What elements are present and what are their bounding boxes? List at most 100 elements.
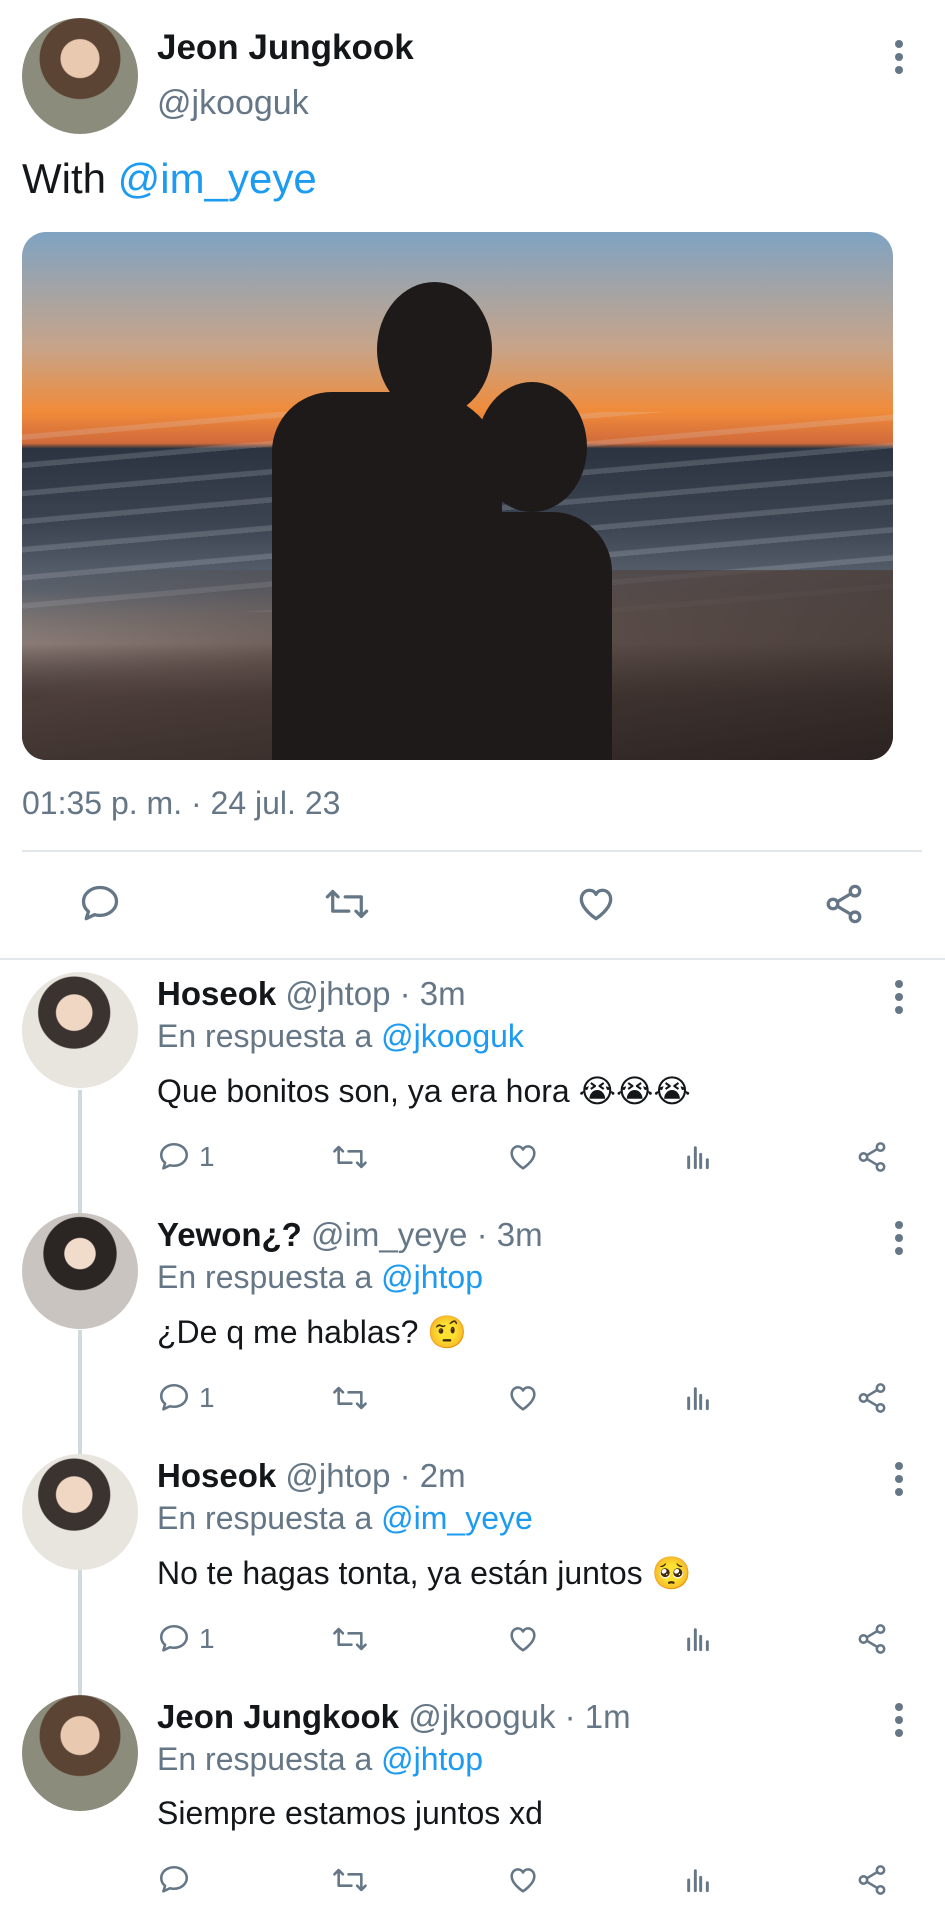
reply-count: 1 xyxy=(199,1141,215,1172)
reply-author-name[interactable]: Hoseok xyxy=(157,1457,276,1494)
share-button[interactable] xyxy=(822,882,866,926)
reply-author-name[interactable]: Hoseok xyxy=(157,975,276,1012)
reply-to-mention[interactable]: @jhtop xyxy=(381,1259,483,1295)
share-button[interactable] xyxy=(855,1863,889,1897)
reply-author-name[interactable]: Yewon¿? xyxy=(157,1216,302,1253)
reply-button[interactable] xyxy=(157,1863,191,1897)
reply-avatar[interactable] xyxy=(22,1454,138,1570)
heart-icon xyxy=(579,888,613,921)
like-button[interactable] xyxy=(506,1622,540,1656)
comment-icon xyxy=(159,1383,189,1411)
thread-line xyxy=(78,1090,82,1216)
retweet-button[interactable] xyxy=(330,1140,370,1174)
author-handle[interactable]: @jkooguk xyxy=(157,84,309,123)
retweet-button[interactable] xyxy=(322,882,372,926)
tweet-photo[interactable] xyxy=(22,232,893,760)
reply-author-handle[interactable]: @jhtop · 3m xyxy=(285,975,465,1012)
reply-count: 1 xyxy=(199,1623,215,1654)
reply-author-handle[interactable]: @jkooguk · 1m xyxy=(408,1698,630,1735)
share-icon xyxy=(858,1865,886,1895)
share-icon xyxy=(826,884,862,924)
reply-text: Que bonitos son, ya era hora 😭😭😭 xyxy=(157,1073,691,1109)
author-name[interactable]: Jeon Jungkook xyxy=(157,28,414,68)
like-button[interactable] xyxy=(506,1140,540,1174)
share-button[interactable] xyxy=(855,1381,889,1415)
comment-icon xyxy=(159,1865,189,1893)
reply-button[interactable]: 1 xyxy=(157,1622,215,1656)
heart-icon xyxy=(510,1868,536,1893)
analytics-icon xyxy=(687,1146,709,1170)
photo-silhouette-woman-head xyxy=(477,382,587,512)
more-vertical-icon[interactable] xyxy=(894,1462,904,1501)
share-button[interactable] xyxy=(855,1622,889,1656)
analytics-button[interactable] xyxy=(682,1140,714,1174)
reply-button[interactable]: 1 xyxy=(157,1381,215,1415)
retweet-icon xyxy=(333,1145,367,1169)
share-icon xyxy=(858,1383,886,1413)
reply-button[interactable] xyxy=(78,882,122,926)
retweet-icon xyxy=(333,1868,367,1892)
reply-to-prefix: En respuesta a xyxy=(157,1259,382,1295)
analytics-button[interactable] xyxy=(682,1381,714,1415)
reply-text: ¿De q me hablas? 🤨 xyxy=(157,1314,468,1350)
reply-to-prefix: En respuesta a xyxy=(157,1018,382,1054)
reply-to-mention[interactable]: @im_yeye xyxy=(381,1500,533,1536)
retweet-icon xyxy=(333,1627,367,1651)
comment-icon xyxy=(159,1142,189,1170)
heart-icon xyxy=(510,1386,536,1411)
divider xyxy=(22,850,922,852)
mention-link[interactable]: @im_yeye xyxy=(118,155,317,202)
reply-to-line: En respuesta a @jhtop xyxy=(157,1741,483,1778)
reply-to-mention[interactable]: @jkooguk xyxy=(381,1018,524,1054)
like-button[interactable] xyxy=(506,1863,540,1897)
reply-header: Yewon¿? @im_yeye · 3m xyxy=(157,1216,543,1254)
retweet-button[interactable] xyxy=(330,1622,370,1656)
thread-line xyxy=(78,1330,82,1456)
tweet-timestamp: 01:35 p. m. · 24 jul. 23 xyxy=(22,785,341,821)
author-avatar[interactable] xyxy=(22,18,138,134)
comment-icon xyxy=(81,885,119,921)
reply-author-handle[interactable]: @im_yeye · 3m xyxy=(311,1216,543,1253)
photo-silhouette-man-head xyxy=(377,282,492,417)
more-vertical-icon[interactable] xyxy=(894,1221,904,1260)
reply-button[interactable]: 1 xyxy=(157,1140,215,1174)
reply-count: 1 xyxy=(199,1382,215,1413)
retweet-icon xyxy=(333,1386,367,1410)
like-button[interactable] xyxy=(506,1381,540,1415)
analytics-button[interactable] xyxy=(682,1622,714,1656)
share-button[interactable] xyxy=(855,1140,889,1174)
share-icon xyxy=(858,1624,886,1654)
heart-icon xyxy=(510,1145,536,1170)
analytics-icon xyxy=(687,1628,709,1652)
analytics-button[interactable] xyxy=(682,1863,714,1897)
reply-to-prefix: En respuesta a xyxy=(157,1741,382,1777)
reply-avatar[interactable] xyxy=(22,1695,138,1811)
reply-author-handle[interactable]: @jhtop · 2m xyxy=(285,1457,465,1494)
reply-text: No te hagas tonta, ya están juntos 🥺 xyxy=(157,1555,692,1591)
share-icon xyxy=(858,1142,886,1172)
tweet-text: With @im_yeye xyxy=(22,155,317,203)
reply-to-prefix: En respuesta a xyxy=(157,1500,382,1536)
reply-to-mention[interactable]: @jhtop xyxy=(381,1741,483,1777)
more-vertical-icon[interactable] xyxy=(894,40,904,79)
reply-text: Siempre estamos juntos xd xyxy=(157,1795,543,1831)
retweet-button[interactable] xyxy=(330,1863,370,1897)
reply-to-line: En respuesta a @jkooguk xyxy=(157,1018,524,1055)
comment-icon xyxy=(159,1624,189,1652)
tweet-text-prefix: With xyxy=(22,155,118,202)
reply-avatar[interactable] xyxy=(22,1213,138,1329)
reply-author-name[interactable]: Jeon Jungkook xyxy=(157,1698,399,1735)
photo-silhouette-woman xyxy=(452,512,612,760)
like-button[interactable] xyxy=(574,882,618,926)
reply-header: Hoseok @jhtop · 3m xyxy=(157,975,466,1013)
section-divider xyxy=(0,958,945,960)
thread-line xyxy=(78,1570,82,1696)
reply-header: Jeon Jungkook @jkooguk · 1m xyxy=(157,1698,631,1736)
reply-avatar[interactable] xyxy=(22,972,138,1088)
retweet-icon xyxy=(325,889,369,919)
more-vertical-icon[interactable] xyxy=(894,1703,904,1742)
more-vertical-icon[interactable] xyxy=(894,980,904,1019)
analytics-icon xyxy=(687,1387,709,1411)
reply-header: Hoseok @jhtop · 2m xyxy=(157,1457,466,1495)
retweet-button[interactable] xyxy=(330,1381,370,1415)
